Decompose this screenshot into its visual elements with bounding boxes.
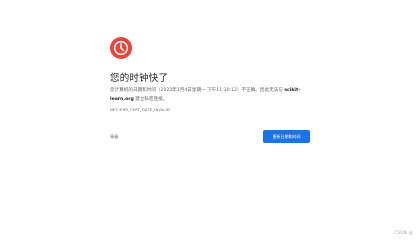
advanced-link[interactable]: 高级	[110, 134, 118, 140]
error-message: 您计算机的日期和时间（2023年1月4日星期一 下午11:30:12）不正确。因…	[110, 86, 320, 104]
error-code: NET::ERR_CERT_DATE_INVALID	[110, 108, 170, 112]
clock-error-page: 您的时钟快了 您计算机的日期和时间（2023年1月4日星期一 下午11:30:1…	[0, 0, 419, 240]
watermark: CSDN @	[394, 231, 413, 236]
update-date-time-button[interactable]: 更新日期和时间	[263, 130, 310, 143]
message-text: 您计算机的日期和时间（2023年1月4日星期一 下午11:30:12）不正确。因…	[110, 88, 285, 93]
clock-icon	[110, 37, 132, 59]
page-title: 您的时钟快了	[110, 73, 169, 84]
message-text-end: 建立私密连接。	[133, 97, 168, 102]
